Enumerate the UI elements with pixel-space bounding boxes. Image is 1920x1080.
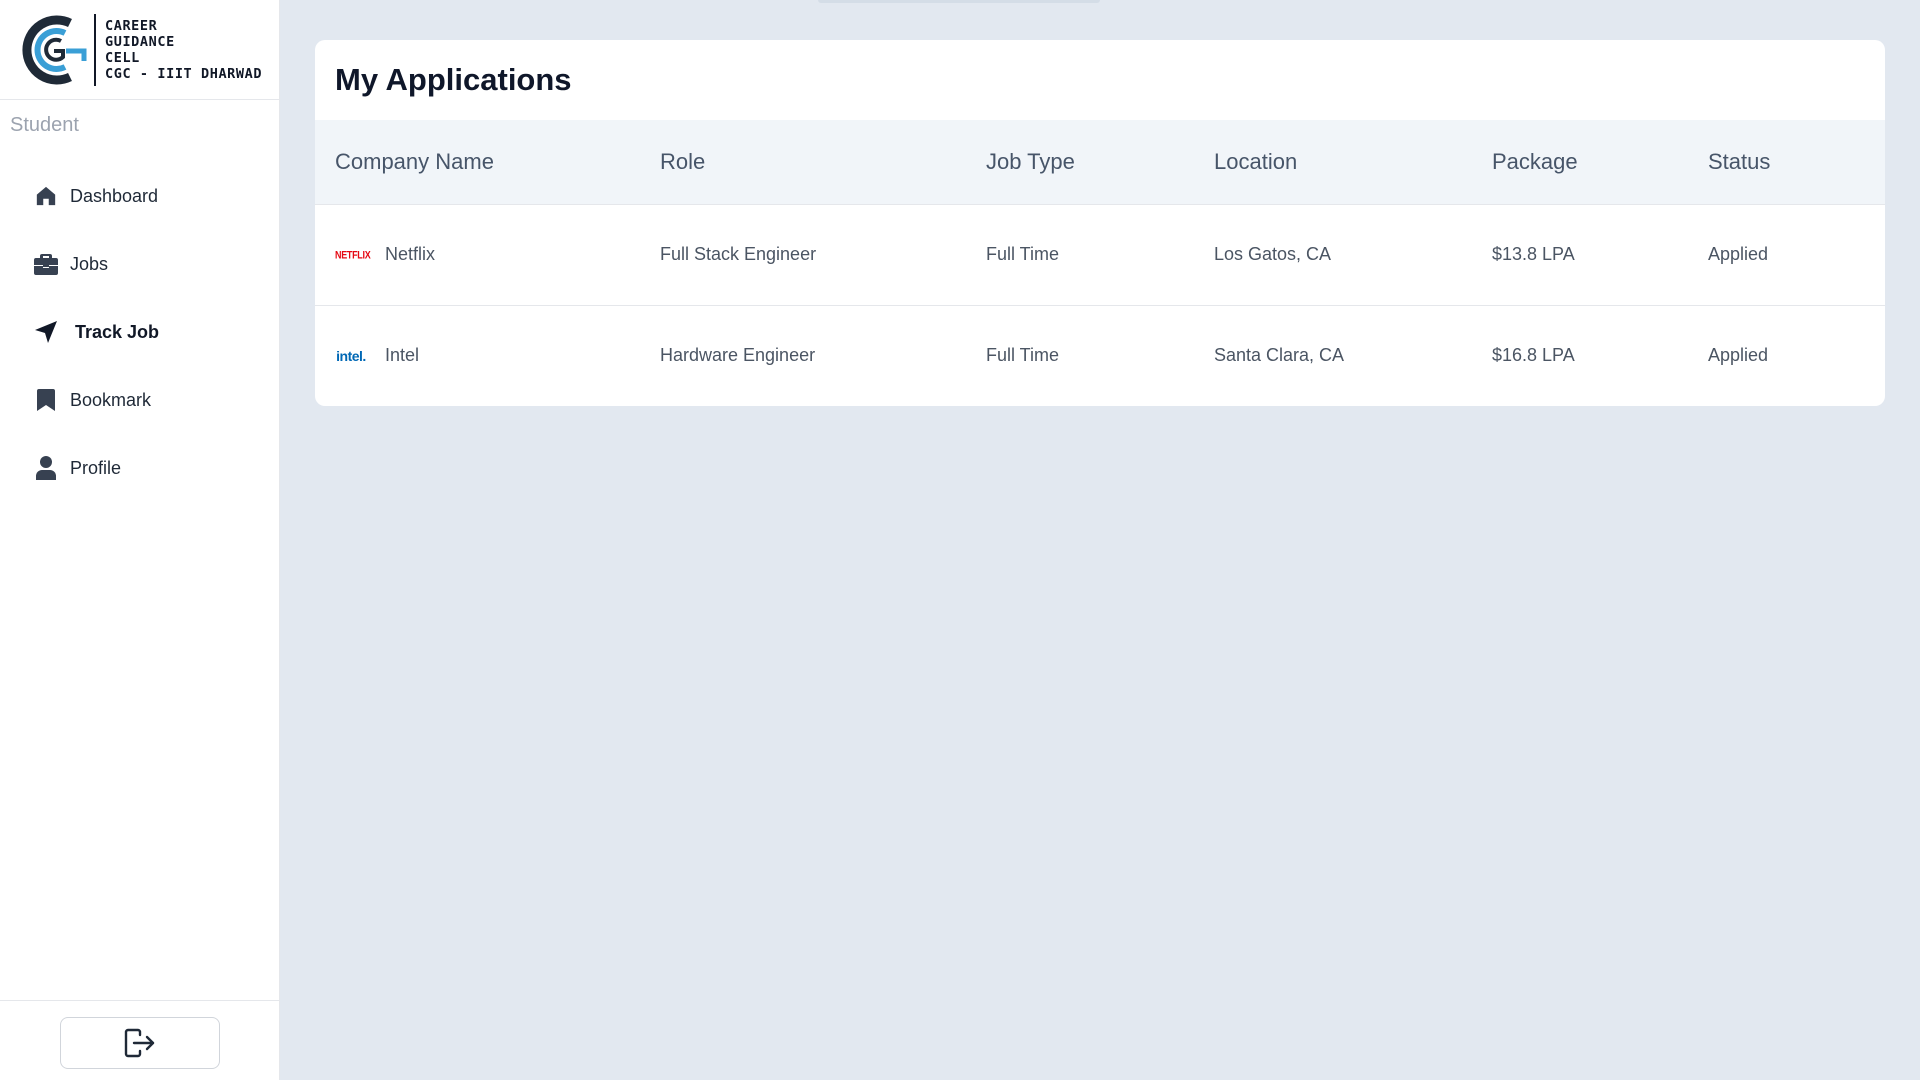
sidebar-footer: [0, 1000, 280, 1080]
sidebar-item-dashboard[interactable]: Dashboard: [0, 162, 279, 230]
brand-line: CAREER: [105, 17, 158, 34]
table-row[interactable]: NETFLIX Netflix Full Stack Engineer Full…: [315, 204, 1885, 306]
location-arrow-icon: [34, 320, 58, 344]
column-header-package: Package: [1492, 120, 1708, 205]
status-cell: Applied: [1708, 345, 1769, 366]
table-header-row: Company Name Role Job Type Location Pack…: [315, 120, 1885, 205]
sidebar-item-bookmark[interactable]: Bookmark: [0, 366, 279, 434]
column-header-job-type: Job Type: [986, 120, 1214, 205]
sidebar-item-track-job[interactable]: Track Job: [0, 298, 279, 366]
company-name: Netflix: [385, 244, 436, 264]
package-cell: $16.8 LPA: [1492, 345, 1575, 366]
package-cell: $13.8 LPA: [1492, 204, 1708, 306]
status-cell: Applied: [1708, 204, 1885, 306]
sidebar-item-jobs[interactable]: Jobs: [0, 230, 279, 298]
company-name: Intel: [385, 345, 420, 366]
briefcase-icon: [34, 252, 58, 276]
applications-card: My Applications Company Name Role Job Ty…: [315, 40, 1885, 406]
user-icon: [34, 456, 58, 480]
job-type-cell: Full Time: [986, 345, 1060, 366]
brand-text: CAREER GUIDANCE CELL CGC - IIIT DHARWAD: [105, 18, 262, 82]
brand-logo[interactable]: CAREER GUIDANCE CELL CGC - IIIT DHARWAD: [0, 0, 279, 100]
intel-logo: intel.: [336, 347, 366, 364]
brand-line: CGC - IIIT DHARWAD: [105, 65, 263, 82]
sidebar-item-label: Jobs: [70, 253, 109, 274]
sidebar-item-profile[interactable]: Profile: [0, 434, 279, 502]
role-cell: Full Stack Engineer: [660, 204, 986, 306]
home-icon: [34, 184, 58, 208]
table-row[interactable]: intel. Intel Hardware Engineer Full Time…: [315, 305, 1885, 406]
top-scroll-indicator: [818, 0, 1100, 3]
sidebar-section-label: Student: [10, 114, 79, 136]
column-header-role: Role: [660, 120, 986, 205]
bookmark-icon: [34, 388, 58, 412]
cgc-logo-icon: [22, 15, 87, 84]
sidebar-item-label: Bookmark: [70, 389, 152, 410]
column-header-company: Company Name: [315, 120, 660, 205]
role-cell: Hardware Engineer: [660, 345, 816, 366]
company-cell: intel. Intel: [315, 305, 660, 406]
column-header-location: Location: [1214, 120, 1492, 205]
brand-line: CELL: [105, 49, 140, 66]
table-header: Company Name Role Job Type Location Pack…: [315, 120, 1885, 205]
applications-table: Company Name Role Job Type Location Pack…: [315, 120, 1885, 406]
logout-button[interactable]: [60, 1016, 220, 1069]
sidebar-nav: Dashboard Jobs Track Job Bookmark Profil…: [0, 162, 279, 502]
logout-icon: [124, 1028, 155, 1057]
job-type-cell: Full Time: [986, 204, 1214, 306]
company-cell: NETFLIX Netflix: [315, 204, 660, 306]
sidebar: CAREER GUIDANCE CELL CGC - IIIT DHARWAD …: [0, 0, 280, 1080]
logo-divider: [94, 13, 96, 86]
sidebar-item-label: Track Job: [75, 321, 160, 342]
location-cell: Los Gatos, CA: [1214, 204, 1492, 306]
netflix-logo: NETFLIX: [335, 248, 371, 261]
location-cell: Santa Clara, CA: [1214, 345, 1345, 366]
brand-line: GUIDANCE: [105, 33, 175, 50]
page-title: My Applications: [335, 62, 572, 97]
sidebar-item-label: Profile: [70, 457, 122, 478]
sidebar-item-label: Dashboard: [70, 185, 159, 206]
column-header-status: Status: [1708, 120, 1885, 205]
